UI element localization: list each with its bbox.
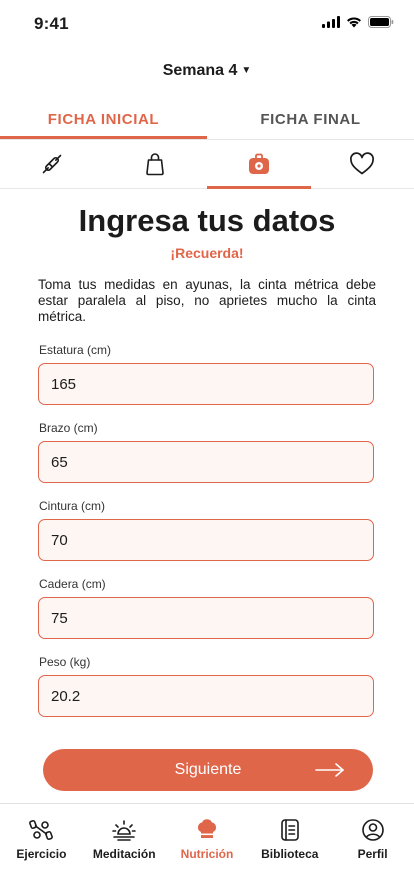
cintura-input[interactable] <box>38 519 374 561</box>
icon-tab-heart[interactable] <box>311 140 414 188</box>
book-icon <box>280 819 299 841</box>
nav-label-perfil: Perfil <box>357 847 388 861</box>
field-cadera: Cadera (cm) <box>38 577 374 639</box>
category-icon-tabs <box>0 140 414 189</box>
field-peso: Peso (kg) <box>38 655 374 717</box>
brazo-input[interactable] <box>38 441 374 483</box>
field-estatura: Estatura (cm) <box>38 343 374 405</box>
bottom-nav: Ejercicio Meditación Nutrición Bibliotec… <box>0 803 414 896</box>
estatura-label: Estatura (cm) <box>39 343 112 357</box>
nav-item-nutricion[interactable]: Nutrición <box>166 804 249 896</box>
peso-label: Peso (kg) <box>39 655 91 669</box>
nav-label-ejercicio: Ejercicio <box>16 847 67 861</box>
week-label: Semana 4 <box>162 62 238 79</box>
profile-icon <box>361 819 384 841</box>
week-selector[interactable]: Semana 4 ▼ <box>0 62 414 80</box>
rolling-pin-icon <box>42 154 62 174</box>
status-time: 9:41 <box>34 14 69 33</box>
dumbbell-icon <box>29 819 54 841</box>
heart-icon <box>350 152 375 175</box>
icon-tab-bag[interactable] <box>104 140 208 188</box>
status-bar: 9:41 <box>0 0 414 48</box>
nav-label-biblioteca: Biblioteca <box>261 847 319 861</box>
measurement-instructions: Toma tus medidas en ayunas, la cinta mét… <box>38 277 376 324</box>
cadera-input[interactable] <box>38 597 374 639</box>
nav-item-meditacion[interactable]: Meditación <box>83 804 166 896</box>
next-button[interactable]: Siguiente <box>43 749 373 791</box>
caret-down-icon: ▼ <box>241 65 252 76</box>
cintura-label: Cintura (cm) <box>39 499 106 513</box>
arrow-right-icon <box>315 763 344 777</box>
icon-tab-measuring-tape[interactable] <box>207 140 311 189</box>
icon-tab-rolling-pin[interactable] <box>0 140 104 188</box>
bag-icon <box>146 153 165 176</box>
tab-ficha-final[interactable]: FICHA FINAL <box>207 100 414 139</box>
brazo-label: Brazo (cm) <box>39 421 98 435</box>
sheet-tabs: FICHA INICIAL FICHA FINAL <box>0 100 414 140</box>
next-button-label: Siguiente <box>174 761 242 778</box>
peso-input[interactable] <box>38 675 374 717</box>
nav-label-nutricion: Nutrición <box>180 847 234 861</box>
nav-label-meditacion: Meditación <box>92 847 156 861</box>
page-title: Ingresa tus datos <box>78 203 336 238</box>
status-icons <box>322 16 394 28</box>
battery-icon <box>368 16 394 28</box>
wifi-icon <box>347 17 361 28</box>
cadera-label: Cadera (cm) <box>39 577 106 591</box>
nav-item-biblioteca[interactable]: Biblioteca <box>248 804 331 896</box>
tab-ficha-inicial[interactable]: FICHA INICIAL <box>0 100 207 139</box>
nav-item-ejercicio[interactable]: Ejercicio <box>0 804 83 896</box>
signal-icon <box>322 16 340 28</box>
estatura-input[interactable] <box>38 363 374 405</box>
field-brazo: Brazo (cm) <box>38 421 374 483</box>
field-cintura: Cintura (cm) <box>38 499 374 561</box>
chef-hat-icon <box>197 819 217 838</box>
measuring-tape-icon <box>248 153 269 174</box>
reminder-heading: ¡Recuerda! <box>170 245 244 261</box>
nav-item-perfil[interactable]: Perfil <box>331 804 414 896</box>
sunrise-icon <box>112 820 136 841</box>
